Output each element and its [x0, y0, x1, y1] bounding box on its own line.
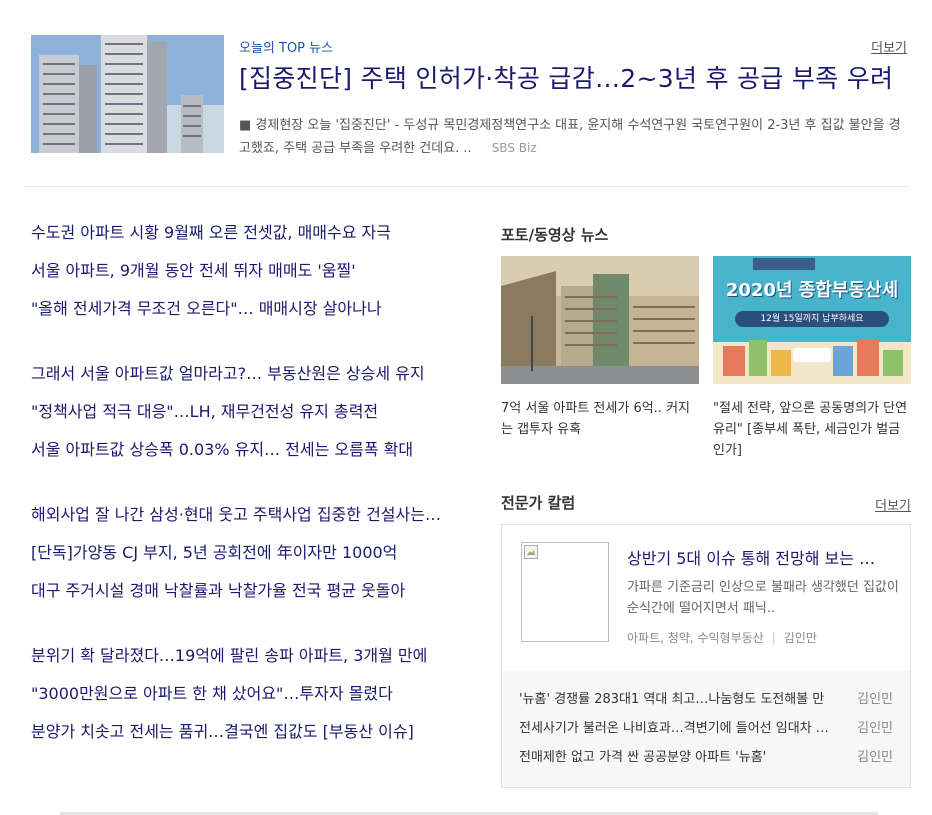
photo-section-title: 포토/동영상 뉴스: [501, 226, 609, 244]
news-item[interactable]: "3000만원으로 아파트 한 채 샀어요"…투자자 몰렸다: [31, 675, 441, 713]
photo-caption[interactable]: 7억 서울 아파트 전세가 6억.. 커지는 갭투자 유혹: [501, 398, 699, 440]
column-list-item[interactable]: 전세사기가 불러온 나비효과…격변기에 들어선 임대차 시장 김인민: [519, 718, 899, 740]
news-item[interactable]: 해외사업 잘 나간 삼성·현대 웃고 주택사업 집중한 건설사는 울고: [31, 496, 441, 534]
news-list: 수도권 아파트 시황 9월째 오른 전셋값, 매매수요 자극 서울 아파트, 9…: [31, 214, 451, 778]
apartment-photo: [31, 35, 224, 153]
news-item[interactable]: 대구 주거시설 경매 낙찰률과 낙찰가율 전국 평균 웃돌아: [31, 572, 441, 610]
news-item[interactable]: "정책사업 적극 대응"…LH, 재무건전성 유지 총력전: [31, 393, 441, 431]
photo-card[interactable]: 7억 서울 아파트 전세가 6억.. 커지는 갭투자 유혹: [501, 256, 699, 440]
column-list-item[interactable]: '뉴홈' 경쟁률 283대1 역대 최고…나눔형도 도전해볼 만 김인민: [519, 689, 899, 711]
top-news: 오늘의 TOP 뉴스 더보기 [집중진단] 주택 인허가·착공 급감…2~3년 …: [31, 35, 909, 156]
column-featured-title[interactable]: 상반기 5대 이슈 통해 전망해 보는 하반기 부동산 시장: [627, 545, 889, 569]
broken-image-icon: [524, 545, 538, 559]
top-news-label[interactable]: 오늘의 TOP 뉴스: [239, 37, 333, 56]
top-news-desc-text: ■ 경제현장 오늘 '집중진단' - 두성규 목민경제정책연구소 대표, 윤지해…: [239, 118, 901, 156]
apartment-street-photo: [501, 256, 699, 384]
column-featured-desc: 가파른 기준금리 인상으로 불패라 생각했던 집값이 순식간에 떨어지면서 패닉…: [627, 580, 899, 616]
news-group: 그래서 서울 아파트값 얼마라고?… 부동산원은 상승세 유지 "정책사업 적극…: [31, 355, 451, 469]
tax-banner-subtitle: 12월 15일까지 납부하세요: [735, 311, 889, 327]
news-item[interactable]: 분위기 확 달라졌다…19억에 팔린 송파 아파트, 3개월 만에: [31, 637, 441, 675]
news-item[interactable]: 그래서 서울 아파트값 얼마라고?… 부동산원은 상승세 유지: [31, 355, 441, 393]
column-more-link[interactable]: 더보기: [875, 495, 911, 514]
top-news-thumbnail[interactable]: [31, 35, 224, 153]
top-news-more-link[interactable]: 더보기: [871, 37, 907, 56]
column-list-title[interactable]: 전매제한 없고 가격 싼 공공분양 아파트 '뉴홈': [519, 747, 829, 769]
column-list-author: 김인민: [857, 750, 893, 765]
news-item[interactable]: 수도권 아파트 시황 9월째 오른 전셋값, 매매수요 자극: [31, 214, 441, 252]
photo-card[interactable]: 2020년 종합부동산세 12월 15일까지 납부하세요 "절세 전략, 앞으론…: [713, 256, 911, 461]
column-list-title[interactable]: 전세사기가 불러온 나비효과…격변기에 들어선 임대차 시장: [519, 718, 829, 740]
column-list-author: 김인민: [857, 692, 893, 707]
news-group: 분위기 확 달라졌다…19억에 팔린 송파 아파트, 3개월 만에 "3000만…: [31, 637, 451, 751]
photo-thumbnail[interactable]: 2020년 종합부동산세 12월 15일까지 납부하세요: [713, 256, 911, 384]
column-featured-meta: 아파트, 청약, 수익형부동산 | 김인만: [627, 629, 817, 646]
divider: [24, 186, 910, 187]
news-item[interactable]: 분양가 치솟고 전세는 품귀…결국엔 집값도 [부동산 이슈]: [31, 713, 441, 751]
column-box: 상반기 5대 이슈 통해 전망해 보는 하반기 부동산 시장 가파른 기준금리 …: [501, 524, 911, 788]
tax-banner-title: 2020년 종합부동산세: [725, 280, 899, 301]
column-author: 김인만: [783, 631, 817, 645]
column-tags: 아파트, 청약, 수익형부동산: [627, 631, 764, 645]
column-section-title: 전문가 칼럼: [501, 494, 576, 512]
news-group: 해외사업 잘 나간 삼성·현대 웃고 주택사업 집중한 건설사는 울고 [단독]…: [31, 496, 451, 610]
column-list-title[interactable]: '뉴홈' 경쟁률 283대1 역대 최고…나눔형도 도전해볼 만: [519, 689, 829, 711]
news-item[interactable]: "올해 전세가격 무조건 오른다"… 매매시장 살아나나: [31, 290, 441, 328]
separator: |: [771, 631, 776, 645]
column-image-placeholder[interactable]: [521, 542, 609, 642]
news-group: 수도권 아파트 시황 9월째 오른 전셋값, 매매수요 자극 서울 아파트, 9…: [31, 214, 451, 328]
top-news-source: SBS Biz: [491, 141, 537, 155]
news-item[interactable]: 서울 아파트값 상승폭 0.03% 유지… 전세는 오름폭 확대: [31, 431, 441, 469]
photo-thumbnail[interactable]: [501, 256, 699, 384]
top-news-description: ■ 경제현장 오늘 '집중진단' - 두성규 목민경제정책연구소 대표, 윤지해…: [239, 115, 909, 160]
news-item[interactable]: 서울 아파트, 9개월 동안 전세 뛰자 매매도 '움찔': [31, 252, 441, 290]
top-news-title[interactable]: [집중진단] 주택 인허가·착공 급감…2~3년 후 공급 부족 우려: [239, 59, 909, 95]
column-list: '뉴홈' 경쟁률 283대1 역대 최고…나눔형도 도전해볼 만 김인민 전세사…: [502, 671, 910, 787]
news-item[interactable]: [단독]가양동 CJ 부지, 5년 공회전에 年이자만 1000억: [31, 534, 441, 572]
column-list-item[interactable]: 전매제한 없고 가격 싼 공공분양 아파트 '뉴홈' 김인민: [519, 747, 899, 769]
column-list-author: 김인민: [857, 721, 893, 736]
photo-caption[interactable]: "절세 전략, 앞으론 공동명의가 단연 유리" [종부세 폭탄, 세금인가 벌…: [713, 398, 911, 461]
